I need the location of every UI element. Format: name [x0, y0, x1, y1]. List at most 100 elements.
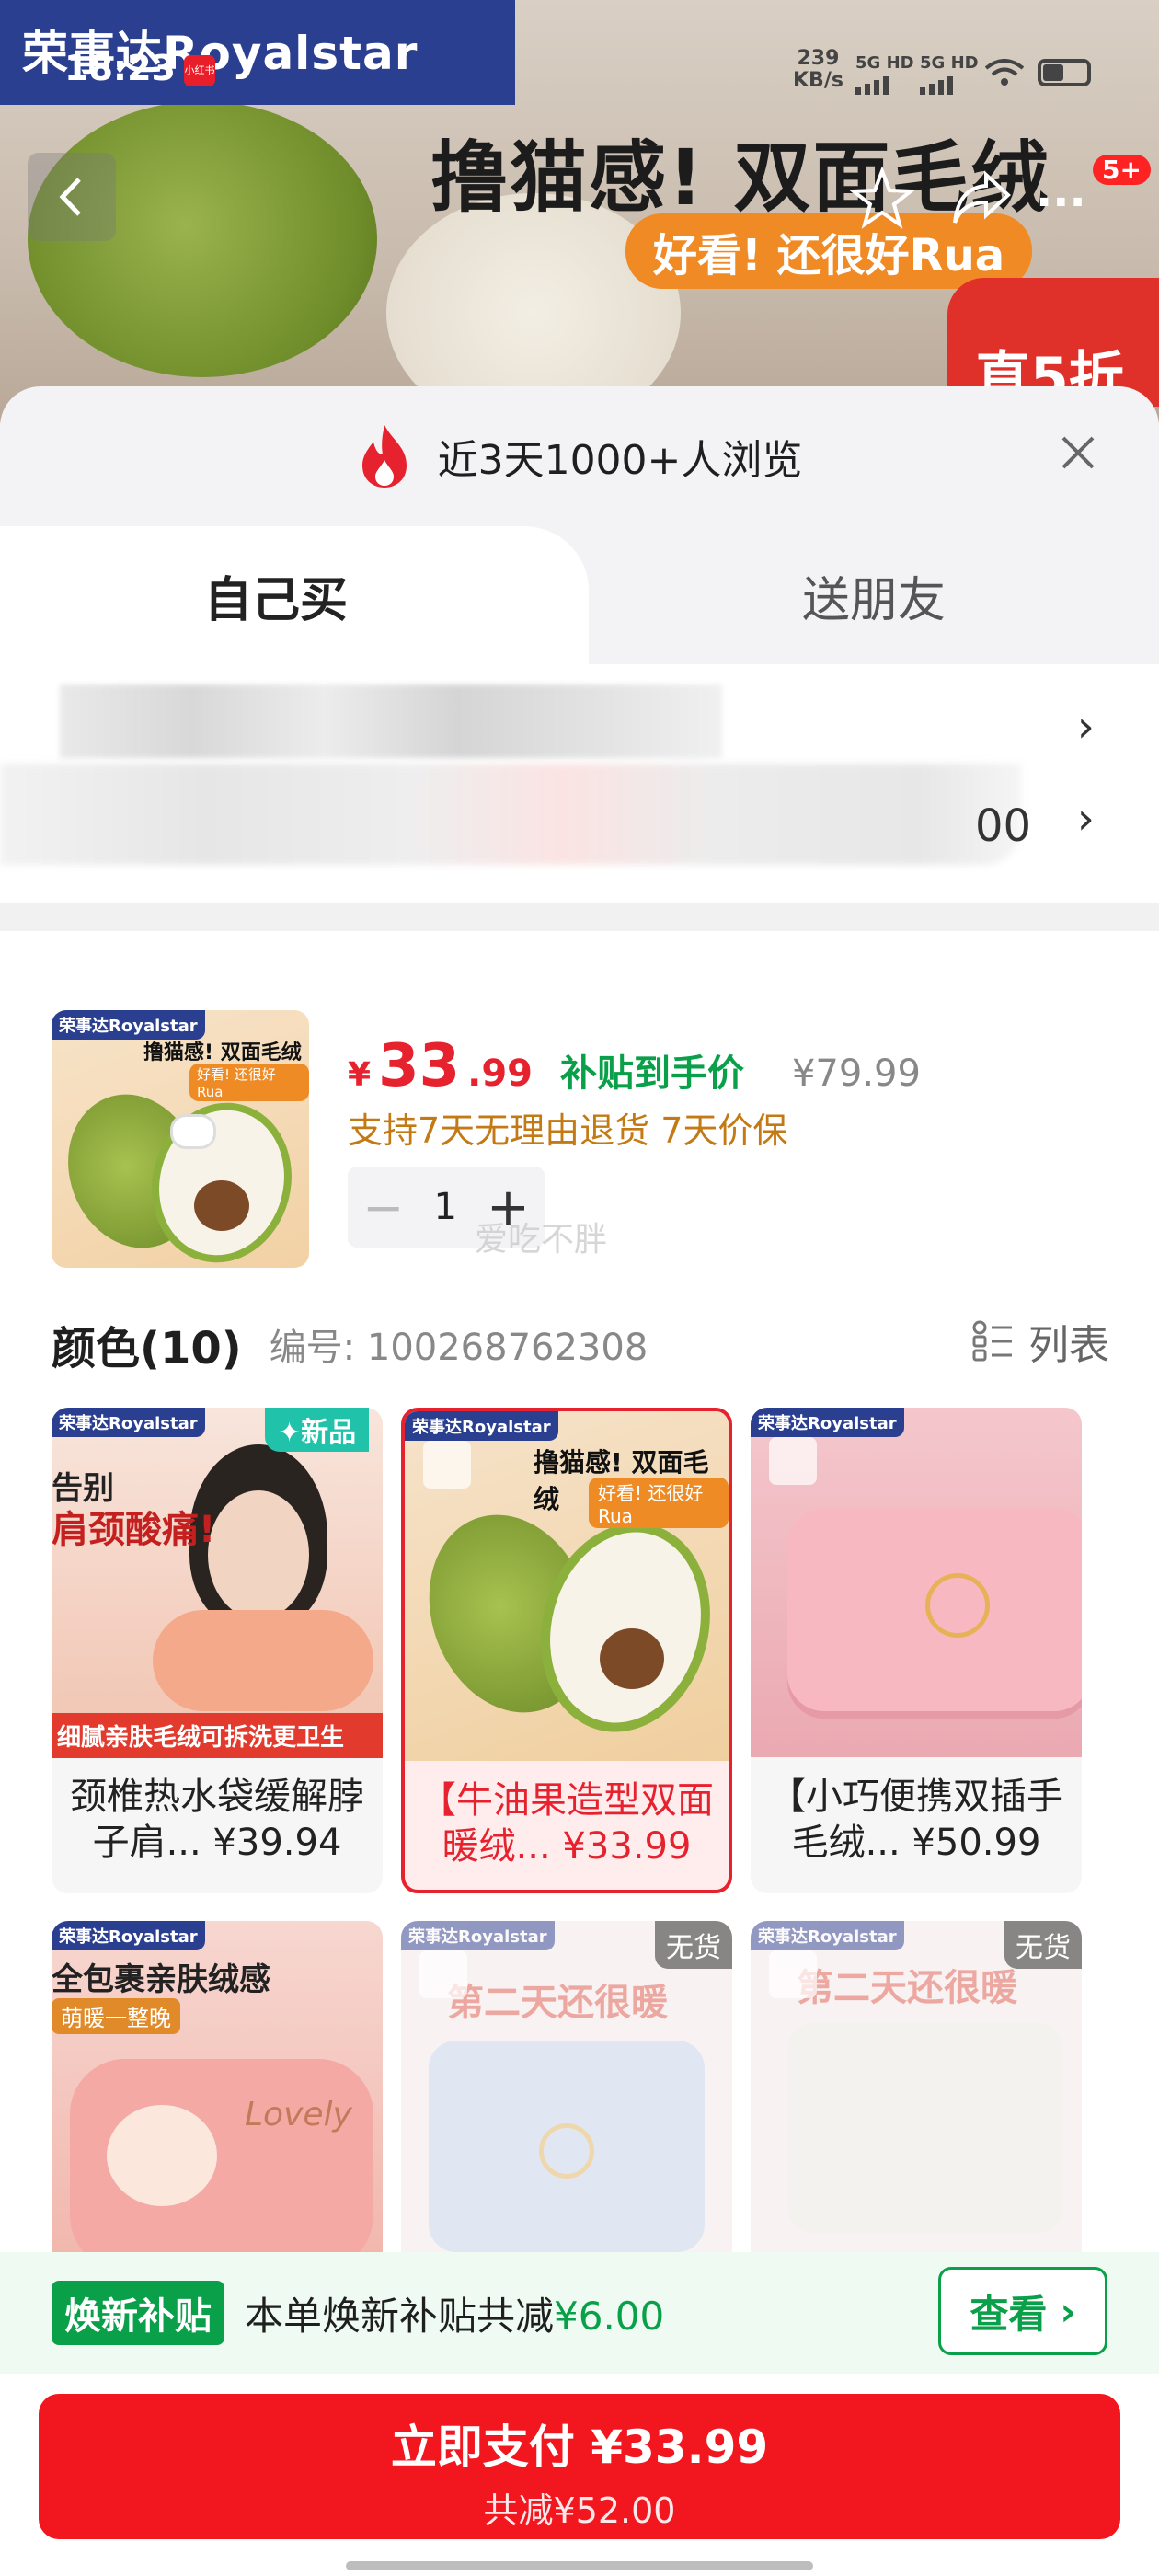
subsidy-tag: 焕新补贴: [52, 2281, 224, 2345]
card-banner-top: 第二天还很暖: [447, 1982, 668, 2024]
card-banner-big: 肩颈酸痛!: [52, 1509, 216, 1551]
avocado-pit: [600, 1628, 664, 1689]
card-banner-top: 全包裹亲肤绒感: [52, 1961, 270, 1998]
color-option-caption: 【小巧便携双插手 毛绒... ¥50.99: [751, 1765, 1082, 1893]
watermark: 爱吃不胖: [475, 1221, 608, 1259]
card-brand: 荣事达Royalstar: [405, 1411, 558, 1441]
favorite-star-icon[interactable]: [850, 166, 914, 230]
app-badge-icon: 小红书: [184, 55, 215, 86]
subsidy-price-label: 补贴到手价: [559, 1052, 744, 1095]
battery-icon: [1038, 59, 1091, 86]
price-integer: 33: [378, 1032, 461, 1100]
subsidy-amount: ¥6.00: [554, 2293, 665, 2339]
delivery-trailing-text: 00: [975, 800, 1032, 852]
zoom-icon[interactable]: [769, 1437, 817, 1485]
original-price: ¥79.99: [791, 1052, 921, 1095]
bear-emblem-icon: [925, 1573, 990, 1638]
status-bar: 18:23 小红书 239 KB/s 5G HD 5G HD: [0, 0, 1159, 101]
zoom-icon[interactable]: [769, 1950, 817, 1998]
view-subsidy-button[interactable]: 查看 ›: [938, 2267, 1107, 2355]
delivery-line-blurred[interactable]: [0, 764, 1021, 865]
color-option-caption: 【牛油果造型双面 暖绒... ¥33.99: [405, 1768, 729, 1890]
color-option-avocado[interactable]: 撸猫感! 双面毛绒 好看! 还很好Rua 荣事达Royalstar 【牛油果造型…: [401, 1408, 732, 1893]
zoom-icon[interactable]: [419, 1950, 467, 1998]
subsidy-bar: 焕新补贴 本单焕新补贴共减¥6.00 查看 ›: [0, 2252, 1159, 2374]
wifi-icon: [984, 59, 1025, 86]
caption-line2: 毛绒... ¥50.99: [791, 1822, 1041, 1864]
return-policy: 支持7天无理由退货 7天价保: [348, 1110, 788, 1151]
pay-now-label: 立即支付 ¥33.99: [390, 2421, 769, 2474]
tab-gift-friend[interactable]: 送朋友: [589, 526, 1159, 664]
pay-bar: 立即支付 ¥33.99 共减¥52.00: [0, 2374, 1159, 2576]
delivery-chevron-icon[interactable]: ›: [1077, 793, 1095, 845]
net-speed-unit: KB/s: [793, 69, 843, 92]
price-row: ¥ 33 .99 补贴到手价 ¥79.99: [348, 1032, 921, 1100]
zoom-icon[interactable]: [423, 1441, 471, 1489]
card-banner-top: 第二天还很暖: [797, 1967, 1017, 2009]
view-subsidy-label: 查看: [970, 2291, 1048, 2337]
more-options-icon[interactable]: ···: [1036, 177, 1086, 228]
product-thumbnail: 荣事达Royalstar 撸猫感! 双面毛绒 好看! 还很好Rua: [52, 1010, 309, 1268]
pay-now-button[interactable]: 立即支付 ¥33.99 共减¥52.00: [39, 2394, 1120, 2539]
address-chevron-icon[interactable]: ›: [1077, 701, 1095, 753]
out-of-stock-badge: 无货: [1004, 1921, 1082, 1969]
caption-line2: 子肩... ¥39.94: [92, 1822, 342, 1864]
thumb-subline: 好看! 还很好Rua: [189, 1064, 309, 1101]
section-divider: [0, 903, 1159, 931]
color-header: 颜色(10) 编号: 100268762308 列表: [52, 1312, 1109, 1376]
thumb-cap: [173, 1117, 213, 1146]
message-badge: 5+: [1093, 155, 1151, 185]
card-brand: 荣事达Royalstar: [751, 1921, 904, 1950]
color-option-pink-handwarmer[interactable]: 荣事达Royalstar 【小巧便携双插手 毛绒... ¥50.99: [751, 1408, 1082, 1893]
out-of-stock-badge: 无货: [655, 1921, 732, 1969]
address-line-blurred[interactable]: [60, 684, 722, 758]
product-summary: 荣事达Royalstar 撸猫感! 双面毛绒 好看! 还很好Rua ¥ 33 .…: [0, 994, 1159, 2328]
cat-face-icon: [107, 2105, 217, 2206]
share-icon[interactable]: [949, 167, 1014, 228]
chevron-right-icon: ›: [1060, 2288, 1076, 2334]
product-code: 编号: 100268762308: [269, 1327, 648, 1369]
card-brand: 荣事达Royalstar: [751, 1408, 904, 1437]
card-banner-foot: 细腻亲肤毛绒可拆洗更卫生: [52, 1713, 383, 1758]
subsidy-text: 本单焕新补贴共减¥6.00: [245, 2285, 664, 2341]
color-option-image: 告别 肩颈酸痛! 细腻亲肤毛绒可拆洗更卫生: [52, 1408, 383, 1758]
status-time: 18:23: [64, 48, 176, 88]
decrease-button[interactable]: −: [362, 1179, 404, 1236]
card-banner-sub: 萌暖一整晚: [52, 1998, 180, 2034]
color-grid: 告别 肩颈酸痛! 细腻亲肤毛绒可拆洗更卫生 荣事达Royalstar 颈椎热水袋…: [52, 1408, 1109, 2328]
list-view-toggle[interactable]: 列表: [971, 1312, 1109, 1371]
close-icon[interactable]: [1050, 425, 1106, 480]
list-label: 列表: [1028, 1322, 1109, 1369]
color-option-image: 全包裹亲肤绒感 萌暖一整晚 Lovely: [52, 1921, 383, 2271]
tab-buy-self[interactable]: 自己买: [0, 526, 589, 664]
bear-emblem-icon: [539, 2123, 594, 2179]
views-row: 近3天1000+人浏览: [0, 386, 1159, 526]
price-currency: ¥: [348, 1056, 372, 1094]
neck-pillow: [153, 1610, 373, 1711]
sim1-label: 5G HD: [855, 53, 914, 73]
card-script-text: Lovely: [245, 2096, 352, 2133]
views-text: 近3天1000+人浏览: [437, 437, 803, 484]
thumb-avocado-pit: [194, 1180, 249, 1231]
signal-sim1-icon: 5G HD: [855, 53, 914, 95]
card-subline: 好看! 还很好Rua: [589, 1478, 729, 1528]
back-button[interactable]: [28, 153, 116, 241]
caption-line1: 颈椎热水袋缓解脖: [70, 1776, 364, 1818]
white-bag: [787, 2022, 1063, 2234]
home-indicator[interactable]: [346, 2561, 813, 2570]
model-face: [208, 1490, 309, 1619]
color-option-caption: 颈椎热水袋缓解脖 子肩... ¥39.94: [52, 1765, 383, 1893]
card-brand: 荣事达Royalstar: [52, 1408, 205, 1437]
pay-discount-label: 共减¥52.00: [483, 2490, 676, 2531]
list-icon: [972, 1320, 1012, 1362]
chevron-left-icon: [59, 178, 81, 216]
net-speed-value: 239: [797, 47, 840, 70]
card-brand: 荣事达Royalstar: [52, 1921, 205, 1950]
quantity-value[interactable]: 1: [433, 1186, 456, 1228]
color-option-neck[interactable]: 告别 肩颈酸痛! 细腻亲肤毛绒可拆洗更卫生 荣事达Royalstar 颈椎热水袋…: [52, 1408, 383, 1893]
card-brand: 荣事达Royalstar: [401, 1921, 555, 1950]
caption-line1: 【小巧便携双插手: [769, 1776, 1063, 1818]
caption-line1: 【牛油果造型双面: [419, 1779, 714, 1822]
signal-sim2-icon: 5G HD: [920, 53, 979, 95]
caption-line2: 暖绒... ¥33.99: [442, 1825, 692, 1868]
